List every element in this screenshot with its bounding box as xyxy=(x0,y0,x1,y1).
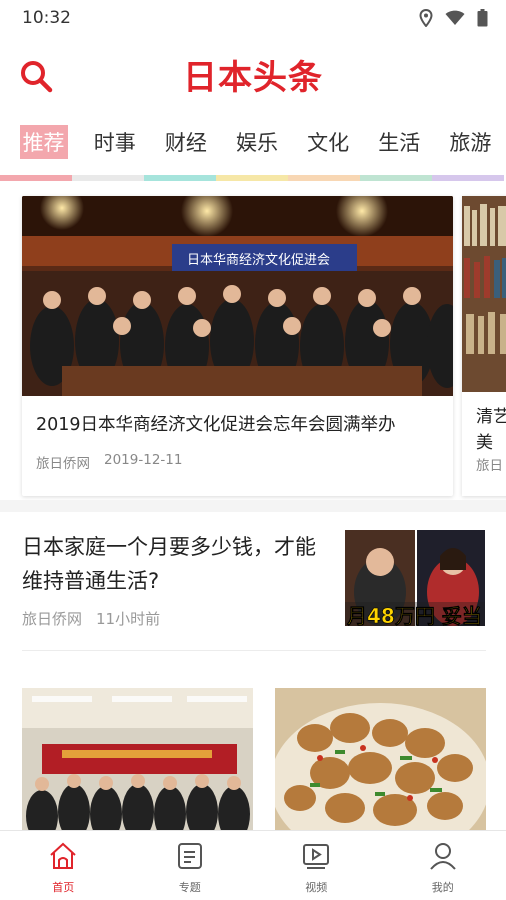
banner-text: 日本华商经济文化促进会 xyxy=(187,253,330,268)
grid-image-food[interactable] xyxy=(275,688,486,830)
video-icon xyxy=(301,841,331,875)
tab-3[interactable]: 娱乐 xyxy=(221,124,292,160)
featured-source: 旅日侨网 xyxy=(36,456,90,472)
tab-strip-segment xyxy=(216,175,288,181)
news-title[interactable]: 日本家庭一个月要多少钱，才能维持普通生活? xyxy=(22,530,322,598)
featured-date: 2019-12-11 xyxy=(104,452,183,468)
topic-icon xyxy=(175,841,205,875)
wifi-icon xyxy=(445,10,465,26)
nav-item-2[interactable]: 视频 xyxy=(253,831,380,900)
battery-icon xyxy=(477,9,488,27)
nav-item-1[interactable]: 专题 xyxy=(127,831,254,900)
featured-card-next[interactable]: 清艺美 旅日 xyxy=(462,196,506,496)
profile-icon xyxy=(428,841,458,875)
news-meta: 旅日侨网 11小时前 xyxy=(22,608,160,629)
featured-card[interactable]: 日本华商经济文化促进会 2019日本华商经济文化促进会忘年会圆满举办 旅日侨网 … xyxy=(22,196,453,496)
search-button[interactable] xyxy=(16,56,56,96)
news-time: 11小时前 xyxy=(96,610,161,628)
status-bar: 10:32 xyxy=(0,0,506,36)
news-source: 旅日侨网 xyxy=(22,610,83,628)
tab-label: 生活 xyxy=(378,131,421,155)
featured-next-title[interactable]: 清艺美 xyxy=(462,392,506,456)
list-divider xyxy=(22,650,486,651)
tab-label: 推荐 xyxy=(19,125,68,159)
featured-next-meta: 旅日 xyxy=(462,454,506,474)
featured-carousel[interactable]: 日本华商经济文化促进会 2019日本华商经济文化促进会忘年会圆满举办 旅日侨网 … xyxy=(0,196,506,496)
search-icon xyxy=(21,61,53,93)
tab-2[interactable]: 财经 xyxy=(150,124,221,160)
nav-item-0[interactable]: 首页 xyxy=(0,831,127,900)
featured-meta: 旅日侨网 2019-12-11 xyxy=(22,438,453,472)
category-tabs: 推荐 时事 财经 娱乐 文化 生活 旅游 xyxy=(0,112,506,184)
status-icons xyxy=(419,9,488,27)
featured-photo: 日本华商经济文化促进会 xyxy=(22,196,453,396)
tab-label: 文化 xyxy=(307,131,350,155)
tab-5[interactable]: 生活 xyxy=(364,124,435,160)
status-time: 10:32 xyxy=(22,8,71,28)
featured-next-photo xyxy=(462,196,506,392)
location-icon xyxy=(419,9,433,27)
featured-next-source: 旅日 xyxy=(476,458,503,474)
section-divider xyxy=(0,500,506,512)
tab-label: 旅游 xyxy=(449,131,492,155)
app-logo: 日本头条 xyxy=(183,57,323,98)
news-list-item[interactable]: 日本家庭一个月要多少钱，才能维持普通生活? 旅日侨网 11小时前 月48万円 妥… xyxy=(0,512,506,652)
tab-4[interactable]: 文化 xyxy=(293,124,364,160)
nav-item-3[interactable]: 我的 xyxy=(380,831,506,900)
tab-strip-segment xyxy=(144,175,216,181)
tab-strip-segment xyxy=(0,175,72,181)
app-header: 日本头条 xyxy=(0,36,506,112)
tab-0[interactable]: 推荐 xyxy=(8,124,79,160)
tab-label: 时事 xyxy=(93,131,136,155)
tab-color-strip xyxy=(0,175,506,181)
news-thumbnail: 月48万円 妥当 xyxy=(345,530,485,626)
nav-label: 首页 xyxy=(52,881,75,894)
bottom-navigation: 首页 专题 视频 我的 xyxy=(0,830,506,900)
nav-label: 视频 xyxy=(305,881,328,894)
thumb-caption-amount: 月48万円 妥当 xyxy=(346,604,482,626)
tab-strip-segment xyxy=(432,175,504,181)
tab-label: 财经 xyxy=(164,131,207,155)
nav-label: 专题 xyxy=(178,881,201,894)
tab-6[interactable]: 旅游 xyxy=(435,124,506,160)
grid-image-banquet[interactable] xyxy=(22,688,253,830)
featured-title[interactable]: 2019日本华商经济文化促进会忘年会圆满举办 xyxy=(22,396,453,438)
tab-strip-segment xyxy=(72,175,144,181)
tab-strip-segment xyxy=(288,175,360,181)
tab-label: 娱乐 xyxy=(235,131,278,155)
nav-label: 我的 xyxy=(431,881,454,894)
home-icon xyxy=(48,841,78,875)
tab-strip-segment xyxy=(360,175,432,181)
tab-1[interactable]: 时事 xyxy=(79,124,150,160)
